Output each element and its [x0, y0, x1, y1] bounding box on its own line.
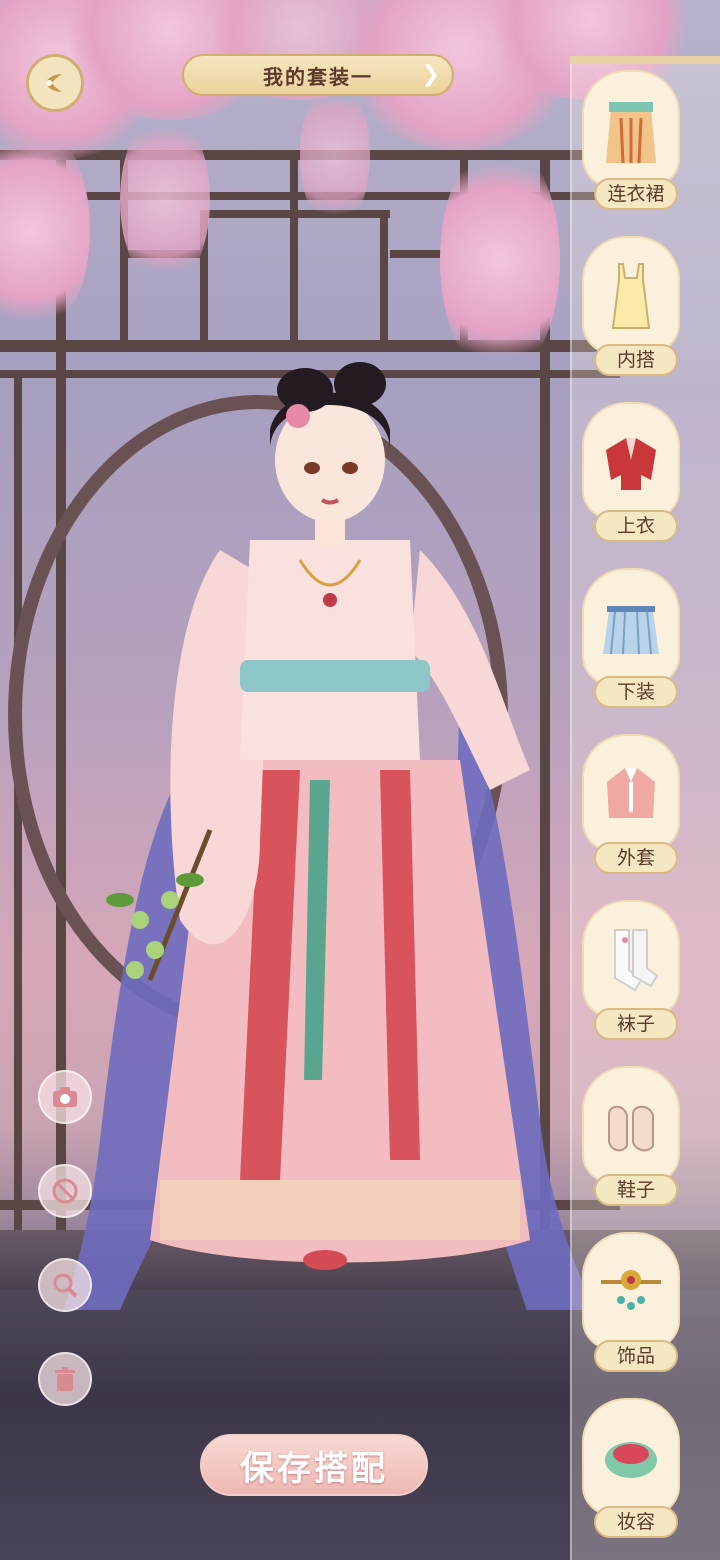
back-button[interactable] [26, 54, 84, 112]
top-icon [606, 438, 656, 490]
category-coat[interactable]: 外套 [582, 734, 680, 884]
socks-icon [614, 929, 659, 992]
screenshot-button[interactable] [38, 1070, 92, 1124]
camera-icon [53, 1087, 77, 1107]
save-outfit-button[interactable]: 保存搭配 [200, 1434, 428, 1496]
hide-button[interactable] [38, 1164, 92, 1218]
save-outfit-label: 保存搭配 [240, 1448, 388, 1489]
category-label: 袜子 [594, 1008, 678, 1040]
category-makeup[interactable]: 妆容 [582, 1398, 680, 1548]
category-top[interactable]: 上衣 [582, 402, 680, 552]
trash-icon [55, 1367, 75, 1391]
category-label: 连衣裙 [594, 178, 678, 210]
category-shoes[interactable]: 鞋子 [582, 1066, 680, 1216]
accessory-icon [601, 1270, 661, 1310]
suit-title: 我的套装一 [263, 64, 373, 89]
character-figure[interactable] [60, 360, 600, 1310]
category-accessory[interactable]: 饰品 [582, 1232, 680, 1382]
category-inner-wear[interactable]: 内搭 [582, 236, 680, 386]
suit-selector[interactable]: 我的套装一 ❯ [182, 54, 454, 96]
category-label: 饰品 [594, 1340, 678, 1372]
category-bottom[interactable]: 下装 [582, 568, 680, 718]
inner-wear-icon [611, 263, 651, 329]
shoes-icon [608, 1105, 654, 1152]
category-socks[interactable]: 袜子 [582, 900, 680, 1050]
panel-top-rail [570, 56, 720, 64]
dress-icon [606, 102, 656, 164]
delete-button[interactable] [38, 1352, 92, 1406]
category-label: 妆容 [594, 1506, 678, 1538]
skirt-icon [603, 606, 659, 655]
zoom-button[interactable] [38, 1258, 92, 1312]
chevron-right-icon[interactable]: ❯ [422, 62, 440, 87]
category-label: 内搭 [594, 344, 678, 376]
category-dress[interactable]: 连衣裙 [582, 70, 680, 220]
makeup-icon [605, 1442, 657, 1478]
category-label: 上衣 [594, 510, 678, 542]
coat-icon [607, 768, 655, 818]
back-leaf-icon [46, 74, 62, 92]
category-label: 鞋子 [594, 1174, 678, 1206]
category-label: 下装 [594, 676, 678, 708]
zoom-icon [53, 1273, 78, 1298]
forbid-icon [52, 1178, 78, 1204]
category-label: 外套 [594, 842, 678, 874]
